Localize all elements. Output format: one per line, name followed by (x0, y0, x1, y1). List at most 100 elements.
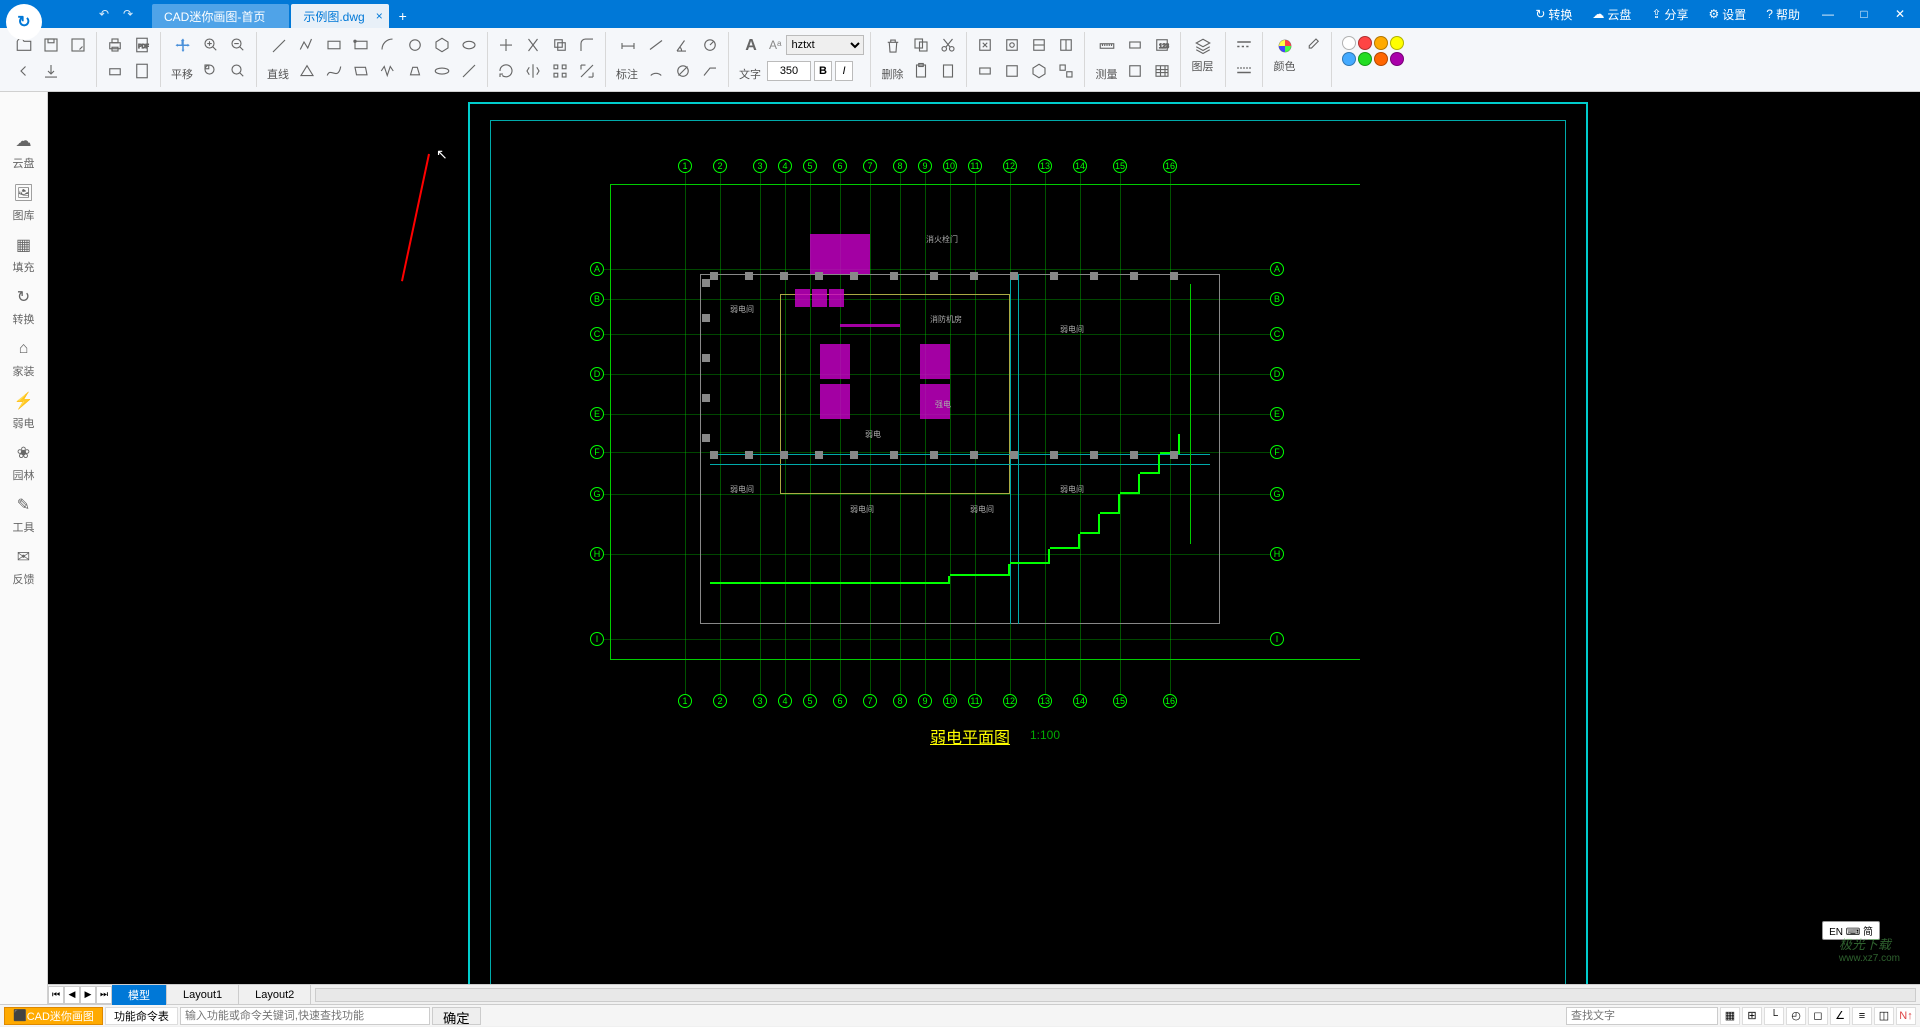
save-as-icon[interactable] (66, 33, 90, 57)
confirm-button[interactable]: 确定 (432, 1007, 481, 1025)
lt2-icon[interactable] (1232, 59, 1256, 83)
block6-icon[interactable] (1000, 59, 1024, 83)
tab-next-icon[interactable]: ▶ (80, 986, 96, 1004)
new-tab-button[interactable]: + (391, 4, 415, 28)
color-swatch[interactable] (1342, 36, 1356, 50)
leader-icon[interactable] (698, 59, 722, 83)
sidebar-item-garden[interactable]: ❀园林 (0, 436, 47, 488)
polygon-icon[interactable] (430, 33, 454, 57)
cut-icon[interactable] (936, 33, 960, 57)
rotate-icon[interactable] (494, 59, 518, 83)
block5-icon[interactable] (973, 59, 997, 83)
color-swatch[interactable] (1374, 52, 1388, 66)
lt1-icon[interactable] (1232, 33, 1256, 57)
triangle-icon[interactable] (295, 59, 319, 83)
rect-icon[interactable] (322, 33, 346, 57)
color-swatch[interactable] (1390, 36, 1404, 50)
sidebar-item-fill[interactable]: ▦填充 (0, 228, 47, 280)
minimize-button[interactable]: — (1812, 0, 1844, 28)
zigzag-icon[interactable] (376, 59, 400, 83)
color-wheel-icon[interactable] (1273, 34, 1297, 58)
h-scrollbar[interactable] (315, 988, 1916, 1002)
table-icon[interactable] (1150, 59, 1174, 83)
cloud-button[interactable]: ☁云盘 (1584, 0, 1639, 28)
sidebar-item-convert[interactable]: ↻转换 (0, 280, 47, 332)
close-button[interactable]: ✕ (1884, 0, 1916, 28)
fillet-icon[interactable] (575, 33, 599, 57)
dim-linear-icon[interactable] (644, 33, 668, 57)
italic-button[interactable]: I (835, 61, 853, 81)
mirror-icon[interactable] (521, 59, 545, 83)
font-size-input[interactable] (767, 61, 811, 81)
model-icon[interactable]: ◫ (1874, 1007, 1894, 1025)
font-select[interactable]: hztxt (786, 35, 864, 55)
save-icon[interactable] (39, 33, 63, 57)
meas3-icon[interactable] (1123, 59, 1147, 83)
scale-icon[interactable] (575, 59, 599, 83)
rect2-icon[interactable] (349, 33, 373, 57)
sidebar-item-tools[interactable]: ✎工具 (0, 488, 47, 540)
layer-icon[interactable] (1191, 34, 1215, 58)
zoom-window-icon[interactable] (199, 59, 223, 83)
eyedrop-icon[interactable] (1301, 33, 1325, 57)
sidebar-item-feedback[interactable]: ✉反馈 (0, 540, 47, 592)
arc-icon[interactable] (376, 33, 400, 57)
back-icon[interactable] (12, 59, 36, 83)
lineweight-icon[interactable]: ≡ (1852, 1007, 1872, 1025)
sidebar-item-electric[interactable]: ⚡弱电 (0, 384, 47, 436)
offset-icon[interactable] (548, 33, 572, 57)
dim-arc-icon[interactable] (644, 59, 668, 83)
grid-icon[interactable]: ⊞ (1742, 1007, 1762, 1025)
pan-icon[interactable] (171, 34, 195, 58)
block7-icon[interactable] (1027, 59, 1051, 83)
measure-icon[interactable] (1095, 34, 1119, 58)
trim-icon[interactable] (521, 33, 545, 57)
tab-layout1[interactable]: Layout1 (167, 985, 239, 1005)
tab-last-icon[interactable]: ⏭ (96, 986, 112, 1004)
export2-icon[interactable] (130, 59, 154, 83)
delete-icon[interactable] (881, 34, 905, 58)
circle-icon[interactable] (403, 33, 427, 57)
zoom-in-icon[interactable] (199, 33, 223, 57)
share-button[interactable]: ⇪分享 (1643, 0, 1696, 28)
convert-button[interactable]: ↻转换 (1527, 0, 1580, 28)
spline-icon[interactable] (322, 59, 346, 83)
tab-model[interactable]: 模型 (112, 985, 167, 1005)
find-text-input[interactable] (1566, 1007, 1718, 1025)
trapezoid-icon[interactable] (403, 59, 427, 83)
block1-icon[interactable] (973, 33, 997, 57)
ellipse-icon[interactable] (457, 33, 481, 57)
undo-icon[interactable]: ↶ (96, 6, 112, 22)
paste2-icon[interactable] (936, 59, 960, 83)
oval-icon[interactable] (430, 59, 454, 83)
diag-icon[interactable] (457, 59, 481, 83)
polyline-icon[interactable] (295, 33, 319, 57)
compass-icon[interactable]: N↑ (1896, 1007, 1916, 1025)
block4-icon[interactable] (1054, 33, 1078, 57)
polar-icon[interactable]: ◴ (1786, 1007, 1806, 1025)
print2-icon[interactable] (103, 59, 127, 83)
paste-icon[interactable] (909, 59, 933, 83)
sidebar-item-cloud[interactable]: ☁云盘 (0, 124, 47, 176)
parallelogram-icon[interactable] (349, 59, 373, 83)
otrack-icon[interactable]: ∠ (1830, 1007, 1850, 1025)
status-cmd-list[interactable]: 功能命令表 (105, 1007, 178, 1025)
block8-icon[interactable] (1054, 59, 1078, 83)
array-icon[interactable] (548, 59, 572, 83)
ortho-icon[interactable]: └ (1764, 1007, 1784, 1025)
tab-document[interactable]: 示例图.dwg × (291, 4, 388, 28)
dim-dia-icon[interactable] (671, 59, 695, 83)
tab-layout2[interactable]: Layout2 (239, 985, 311, 1005)
dim-angle-icon[interactable] (671, 33, 695, 57)
zoom-extents-icon[interactable] (226, 59, 250, 83)
sidebar-item-home[interactable]: ⌂家装 (0, 332, 47, 384)
color-swatch[interactable] (1358, 36, 1372, 50)
status-app-name[interactable]: ⬛ CAD迷你画图 (4, 1007, 103, 1025)
zoom-out-icon[interactable] (226, 33, 250, 57)
meas1-icon[interactable] (1123, 33, 1147, 57)
bold-button[interactable]: B (814, 61, 832, 81)
settings-button[interactable]: ⚙设置 (1701, 0, 1755, 28)
osnap-icon[interactable]: ◻ (1808, 1007, 1828, 1025)
line-icon[interactable] (267, 34, 291, 58)
tab-first-icon[interactable]: ⏮ (48, 986, 64, 1004)
